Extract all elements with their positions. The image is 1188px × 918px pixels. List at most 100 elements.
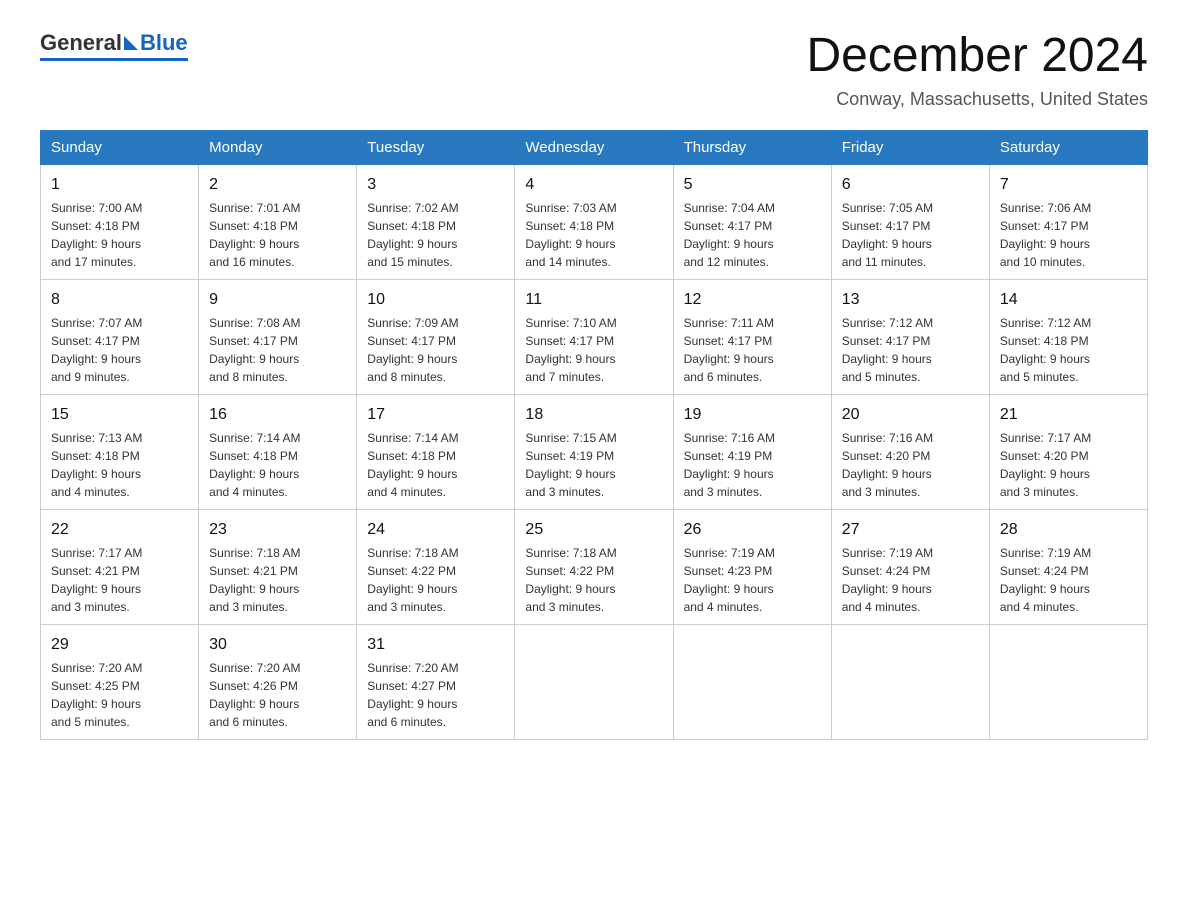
table-row: 12 Sunrise: 7:11 AM Sunset: 4:17 PM Dayl… (673, 279, 831, 394)
logo-underline (40, 58, 188, 61)
cell-day-number: 22 (51, 518, 188, 542)
page-header: General Blue December 2024 Conway, Massa… (40, 30, 1148, 110)
table-row: 11 Sunrise: 7:10 AM Sunset: 4:17 PM Dayl… (515, 279, 673, 394)
table-row: 30 Sunrise: 7:20 AM Sunset: 4:26 PM Dayl… (199, 624, 357, 739)
cell-info: Sunrise: 7:17 AM Sunset: 4:20 PM Dayligh… (1000, 429, 1137, 501)
cell-day-number: 10 (367, 288, 504, 312)
cell-day-number: 9 (209, 288, 346, 312)
table-row (515, 624, 673, 739)
logo-blue: Blue (140, 30, 188, 56)
cell-day-number: 29 (51, 633, 188, 657)
table-row: 16 Sunrise: 7:14 AM Sunset: 4:18 PM Dayl… (199, 394, 357, 509)
cell-info: Sunrise: 7:17 AM Sunset: 4:21 PM Dayligh… (51, 544, 188, 616)
logo: General Blue (40, 30, 188, 61)
table-row: 9 Sunrise: 7:08 AM Sunset: 4:17 PM Dayli… (199, 279, 357, 394)
cell-day-number: 11 (525, 288, 662, 312)
table-row: 14 Sunrise: 7:12 AM Sunset: 4:18 PM Dayl… (989, 279, 1147, 394)
calendar-week-row: 29 Sunrise: 7:20 AM Sunset: 4:25 PM Dayl… (41, 624, 1148, 739)
cell-info: Sunrise: 7:16 AM Sunset: 4:20 PM Dayligh… (842, 429, 979, 501)
calendar-week-row: 15 Sunrise: 7:13 AM Sunset: 4:18 PM Dayl… (41, 394, 1148, 509)
logo-triangle-icon (124, 36, 138, 50)
table-row: 19 Sunrise: 7:16 AM Sunset: 4:19 PM Dayl… (673, 394, 831, 509)
table-row: 25 Sunrise: 7:18 AM Sunset: 4:22 PM Dayl… (515, 509, 673, 624)
title-area: December 2024 Conway, Massachusetts, Uni… (806, 30, 1148, 110)
cell-info: Sunrise: 7:18 AM Sunset: 4:21 PM Dayligh… (209, 544, 346, 616)
table-row: 23 Sunrise: 7:18 AM Sunset: 4:21 PM Dayl… (199, 509, 357, 624)
cell-info: Sunrise: 7:02 AM Sunset: 4:18 PM Dayligh… (367, 199, 504, 271)
calendar-week-row: 1 Sunrise: 7:00 AM Sunset: 4:18 PM Dayli… (41, 164, 1148, 279)
table-row: 22 Sunrise: 7:17 AM Sunset: 4:21 PM Dayl… (41, 509, 199, 624)
col-thursday: Thursday (673, 130, 831, 164)
cell-info: Sunrise: 7:20 AM Sunset: 4:27 PM Dayligh… (367, 659, 504, 731)
cell-info: Sunrise: 7:09 AM Sunset: 4:17 PM Dayligh… (367, 314, 504, 386)
calendar-header-row: Sunday Monday Tuesday Wednesday Thursday… (41, 130, 1148, 164)
cell-info: Sunrise: 7:20 AM Sunset: 4:26 PM Dayligh… (209, 659, 346, 731)
cell-day-number: 24 (367, 518, 504, 542)
cell-day-number: 31 (367, 633, 504, 657)
cell-day-number: 7 (1000, 173, 1137, 197)
table-row: 31 Sunrise: 7:20 AM Sunset: 4:27 PM Dayl… (357, 624, 515, 739)
cell-info: Sunrise: 7:19 AM Sunset: 4:24 PM Dayligh… (1000, 544, 1137, 616)
cell-day-number: 30 (209, 633, 346, 657)
table-row (673, 624, 831, 739)
table-row: 6 Sunrise: 7:05 AM Sunset: 4:17 PM Dayli… (831, 164, 989, 279)
cell-info: Sunrise: 7:01 AM Sunset: 4:18 PM Dayligh… (209, 199, 346, 271)
cell-day-number: 28 (1000, 518, 1137, 542)
cell-day-number: 14 (1000, 288, 1137, 312)
cell-day-number: 19 (684, 403, 821, 427)
cell-info: Sunrise: 7:08 AM Sunset: 4:17 PM Dayligh… (209, 314, 346, 386)
cell-info: Sunrise: 7:07 AM Sunset: 4:17 PM Dayligh… (51, 314, 188, 386)
cell-day-number: 15 (51, 403, 188, 427)
table-row: 24 Sunrise: 7:18 AM Sunset: 4:22 PM Dayl… (357, 509, 515, 624)
cell-day-number: 21 (1000, 403, 1137, 427)
table-row: 20 Sunrise: 7:16 AM Sunset: 4:20 PM Dayl… (831, 394, 989, 509)
table-row: 1 Sunrise: 7:00 AM Sunset: 4:18 PM Dayli… (41, 164, 199, 279)
cell-day-number: 17 (367, 403, 504, 427)
table-row: 5 Sunrise: 7:04 AM Sunset: 4:17 PM Dayli… (673, 164, 831, 279)
cell-day-number: 18 (525, 403, 662, 427)
cell-day-number: 8 (51, 288, 188, 312)
cell-info: Sunrise: 7:15 AM Sunset: 4:19 PM Dayligh… (525, 429, 662, 501)
table-row: 15 Sunrise: 7:13 AM Sunset: 4:18 PM Dayl… (41, 394, 199, 509)
table-row: 29 Sunrise: 7:20 AM Sunset: 4:25 PM Dayl… (41, 624, 199, 739)
col-sunday: Sunday (41, 130, 199, 164)
cell-day-number: 16 (209, 403, 346, 427)
table-row: 13 Sunrise: 7:12 AM Sunset: 4:17 PM Dayl… (831, 279, 989, 394)
cell-day-number: 20 (842, 403, 979, 427)
cell-info: Sunrise: 7:11 AM Sunset: 4:17 PM Dayligh… (684, 314, 821, 386)
cell-info: Sunrise: 7:10 AM Sunset: 4:17 PM Dayligh… (525, 314, 662, 386)
calendar-week-row: 8 Sunrise: 7:07 AM Sunset: 4:17 PM Dayli… (41, 279, 1148, 394)
calendar-table: Sunday Monday Tuesday Wednesday Thursday… (40, 130, 1148, 740)
cell-day-number: 4 (525, 173, 662, 197)
cell-info: Sunrise: 7:18 AM Sunset: 4:22 PM Dayligh… (525, 544, 662, 616)
table-row: 18 Sunrise: 7:15 AM Sunset: 4:19 PM Dayl… (515, 394, 673, 509)
cell-info: Sunrise: 7:05 AM Sunset: 4:17 PM Dayligh… (842, 199, 979, 271)
col-friday: Friday (831, 130, 989, 164)
cell-day-number: 5 (684, 173, 821, 197)
table-row: 7 Sunrise: 7:06 AM Sunset: 4:17 PM Dayli… (989, 164, 1147, 279)
table-row: 10 Sunrise: 7:09 AM Sunset: 4:17 PM Dayl… (357, 279, 515, 394)
cell-info: Sunrise: 7:20 AM Sunset: 4:25 PM Dayligh… (51, 659, 188, 731)
table-row: 2 Sunrise: 7:01 AM Sunset: 4:18 PM Dayli… (199, 164, 357, 279)
cell-info: Sunrise: 7:19 AM Sunset: 4:23 PM Dayligh… (684, 544, 821, 616)
table-row (831, 624, 989, 739)
cell-info: Sunrise: 7:12 AM Sunset: 4:18 PM Dayligh… (1000, 314, 1137, 386)
table-row: 21 Sunrise: 7:17 AM Sunset: 4:20 PM Dayl… (989, 394, 1147, 509)
cell-info: Sunrise: 7:18 AM Sunset: 4:22 PM Dayligh… (367, 544, 504, 616)
page-title: December 2024 (806, 30, 1148, 83)
cell-info: Sunrise: 7:13 AM Sunset: 4:18 PM Dayligh… (51, 429, 188, 501)
logo-general: General (40, 30, 122, 56)
col-wednesday: Wednesday (515, 130, 673, 164)
cell-info: Sunrise: 7:16 AM Sunset: 4:19 PM Dayligh… (684, 429, 821, 501)
cell-day-number: 27 (842, 518, 979, 542)
cell-info: Sunrise: 7:19 AM Sunset: 4:24 PM Dayligh… (842, 544, 979, 616)
cell-info: Sunrise: 7:12 AM Sunset: 4:17 PM Dayligh… (842, 314, 979, 386)
table-row: 26 Sunrise: 7:19 AM Sunset: 4:23 PM Dayl… (673, 509, 831, 624)
table-row: 27 Sunrise: 7:19 AM Sunset: 4:24 PM Dayl… (831, 509, 989, 624)
cell-day-number: 23 (209, 518, 346, 542)
cell-day-number: 12 (684, 288, 821, 312)
table-row: 28 Sunrise: 7:19 AM Sunset: 4:24 PM Dayl… (989, 509, 1147, 624)
cell-day-number: 1 (51, 173, 188, 197)
table-row: 17 Sunrise: 7:14 AM Sunset: 4:18 PM Dayl… (357, 394, 515, 509)
cell-info: Sunrise: 7:03 AM Sunset: 4:18 PM Dayligh… (525, 199, 662, 271)
